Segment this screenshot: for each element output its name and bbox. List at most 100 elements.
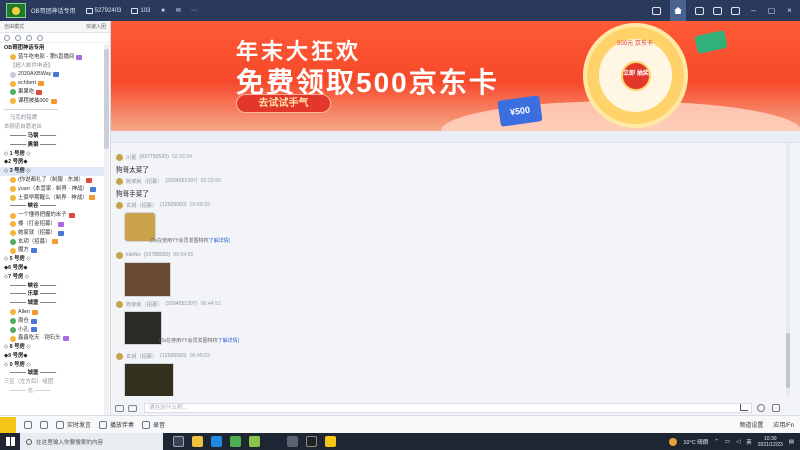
sender-name[interactable]: kitefkz <box>126 252 141 258</box>
chat-scrollbar[interactable] <box>786 143 790 396</box>
input-language[interactable]: 英 <box>746 438 752 446</box>
tree-user-item[interactable]: 玄玥（招募） <box>0 238 104 247</box>
tree-user-item[interactable]: echbert <box>0 79 104 88</box>
tree-channel-item[interactable]: ◆6 号房◆ <box>0 264 104 273</box>
tree-user-item[interactable]: 一个懂得把握的米子 <box>0 211 104 220</box>
avatar[interactable] <box>116 201 123 209</box>
image-icon[interactable] <box>128 404 137 412</box>
volume-icon[interactable]: ◁ <box>736 439 740 445</box>
learn-more-link[interactable]: 了解详情) <box>218 338 240 344</box>
join-label[interactable]: 快速入团 <box>86 23 106 30</box>
app-icon[interactable] <box>249 436 260 447</box>
video-icon[interactable] <box>652 6 661 15</box>
apps-button[interactable]: 应用/Fn <box>773 420 794 429</box>
tree-channel-item[interactable]: OB哥团神话专用 <box>0 44 104 53</box>
minimize-button[interactable]: – <box>749 6 758 15</box>
speak-mode-button[interactable]: 实时发言 <box>56 420 91 429</box>
avatar[interactable] <box>116 352 123 360</box>
tree-user-item[interactable]: 2020AXBWay <box>0 70 104 79</box>
menu-icon[interactable] <box>731 6 740 15</box>
message-icon[interactable] <box>695 6 704 15</box>
tree-channel-item[interactable]: 本频道自愿进出 <box>0 123 104 132</box>
tray-arrow-icon[interactable]: ⌃ <box>714 439 719 445</box>
tree-user-item[interactable]: 她家就（招募） <box>0 229 104 238</box>
tree-channel-item[interactable]: ——— 奥钢 ——— <box>0 141 104 150</box>
tree-channel-item[interactable]: ◇ 1 号房 ◇ <box>0 150 104 159</box>
tree-channel-item[interactable]: ——— 峡谷 ——— <box>0 282 104 291</box>
tree-user-item[interactable]: Allen <box>0 308 104 317</box>
tree-user-item[interactable]: 蓝牛吃电影 - 第5直播间 <box>0 53 104 62</box>
edge-icon[interactable] <box>211 436 222 447</box>
file-explorer-icon[interactable] <box>192 436 203 447</box>
tree-channel-item[interactable]: ◆9 号房◆ <box>0 352 104 361</box>
yy-icon[interactable] <box>325 436 336 447</box>
tree-channel-item[interactable]: ——— 光 ——— <box>0 387 104 396</box>
try-luck-button[interactable]: 去试试手气 <box>236 94 331 113</box>
close-button[interactable]: × <box>785 6 794 15</box>
tree-channel-item[interactable]: 马克的铭牌 <box>0 114 104 123</box>
more-icon[interactable]: ⋯ <box>191 7 197 14</box>
tree-channel-item[interactable]: ◇ 0 号房 ◇ <box>0 361 104 370</box>
tree-user-item[interactable]: 果果吃 <box>0 88 104 97</box>
tree-user-item[interactable]: (你说都扎了（制服 · 东城） <box>0 176 104 185</box>
speaker-icon[interactable] <box>40 420 48 429</box>
star-icon[interactable]: ★ <box>160 7 165 14</box>
tree-scroll-thumb[interactable] <box>104 49 109 149</box>
lottery-wheel[interactable]: 500元 京东卡 立即 抽奖 <box>583 23 688 128</box>
record-button[interactable]: 录音 <box>142 420 165 429</box>
promo-banner[interactable]: 年末大狂欢 免费领取500京东卡 去试试手气 ¥500 500元 京东卡 立即 … <box>111 21 800 131</box>
sender-name[interactable]: 她家就（招募） <box>126 178 162 185</box>
network-icon[interactable]: ▭ <box>725 439 730 445</box>
tree-user-item[interactable]: 魔方 <box>0 246 104 255</box>
tree-channel-item[interactable]: ——— 城堡 ——— <box>0 369 104 378</box>
tree-channel-item[interactable]: ◇ 3 号房 ◇ <box>0 167 104 176</box>
chrome-icon[interactable] <box>230 436 241 447</box>
mode-label[interactable]: 自由模式 <box>4 23 24 30</box>
avatar[interactable] <box>116 251 123 259</box>
send-icon[interactable] <box>740 404 748 411</box>
maximize-button[interactable]: ▢ <box>767 6 776 15</box>
sender-name[interactable]: 玄玥（招募） <box>126 353 157 360</box>
share-icon[interactable]: ✉ <box>176 7 181 14</box>
app-icon[interactable] <box>306 436 317 447</box>
tree-channel-item[interactable]: ——— 马钢 ——— <box>0 132 104 141</box>
notification-icon[interactable]: ▤ <box>789 439 794 445</box>
sender-name[interactable]: 玄玥（招募） <box>126 202 157 209</box>
tree-user-item[interactable]: 小孔 <box>0 326 104 335</box>
taskbar-search[interactable]: 在这里输入你要搜索的内容 <box>20 433 163 450</box>
input-menu-icon[interactable] <box>772 404 780 412</box>
tree-user-item[interactable]: 课程被抽300 <box>0 97 104 106</box>
app-icon[interactable] <box>287 436 298 447</box>
locate-icon[interactable] <box>15 34 21 41</box>
tree-channel-item[interactable]: —————————— <box>0 106 104 115</box>
tree-channel-item[interactable]: ——— 乐章 ——— <box>0 290 104 299</box>
settings-icon[interactable] <box>37 34 43 41</box>
tree-user-item[interactable]: 楼（打金招募） <box>0 220 104 229</box>
search-icon[interactable] <box>4 34 10 41</box>
avatar[interactable] <box>116 153 123 161</box>
tree-channel-item[interactable]: ——— 峡谷 ——— <box>0 202 104 211</box>
chat-scroll-thumb[interactable] <box>786 333 790 388</box>
tree-channel-item[interactable]: ◇ 5 号房 ◇ <box>0 255 104 264</box>
home-button[interactable] <box>670 0 686 21</box>
tree-channel-item[interactable]: ◇7 号房 ◇ <box>0 273 104 282</box>
tree-channel-item[interactable]: ——— 城堡 ——— <box>0 299 104 308</box>
refresh-icon[interactable] <box>26 34 32 41</box>
avatar[interactable] <box>116 177 123 185</box>
mic-icon[interactable] <box>24 420 32 429</box>
tree-channel-item[interactable]: ◆2 号房◆ <box>0 158 104 167</box>
screenshot-image[interactable] <box>124 262 171 297</box>
tree-scrollbar[interactable] <box>104 44 109 424</box>
task-view-icon[interactable] <box>173 436 184 447</box>
tree-channel-item[interactable]: 【超人邮件申请】 <box>0 62 104 71</box>
screenshot-image[interactable] <box>124 363 174 396</box>
tree-user-item[interactable]: 鑫鑫吃天 · 铠石头 <box>0 334 104 343</box>
learn-more-link[interactable]: 了解详情) <box>209 238 231 244</box>
tree-channel-item[interactable]: 三区（左方后）· 组团 <box>0 378 104 387</box>
sender-name[interactable]: 她家就（招募） <box>126 301 162 308</box>
avatar[interactable] <box>116 300 123 308</box>
emoji-icon[interactable] <box>757 404 765 412</box>
draw-button[interactable]: 立即 抽奖 <box>621 61 651 91</box>
sender-name[interactable]: 川夏 <box>126 154 136 161</box>
tree-user-item[interactable]: 土豪早期醒么（制界 · 神战） <box>0 194 104 203</box>
